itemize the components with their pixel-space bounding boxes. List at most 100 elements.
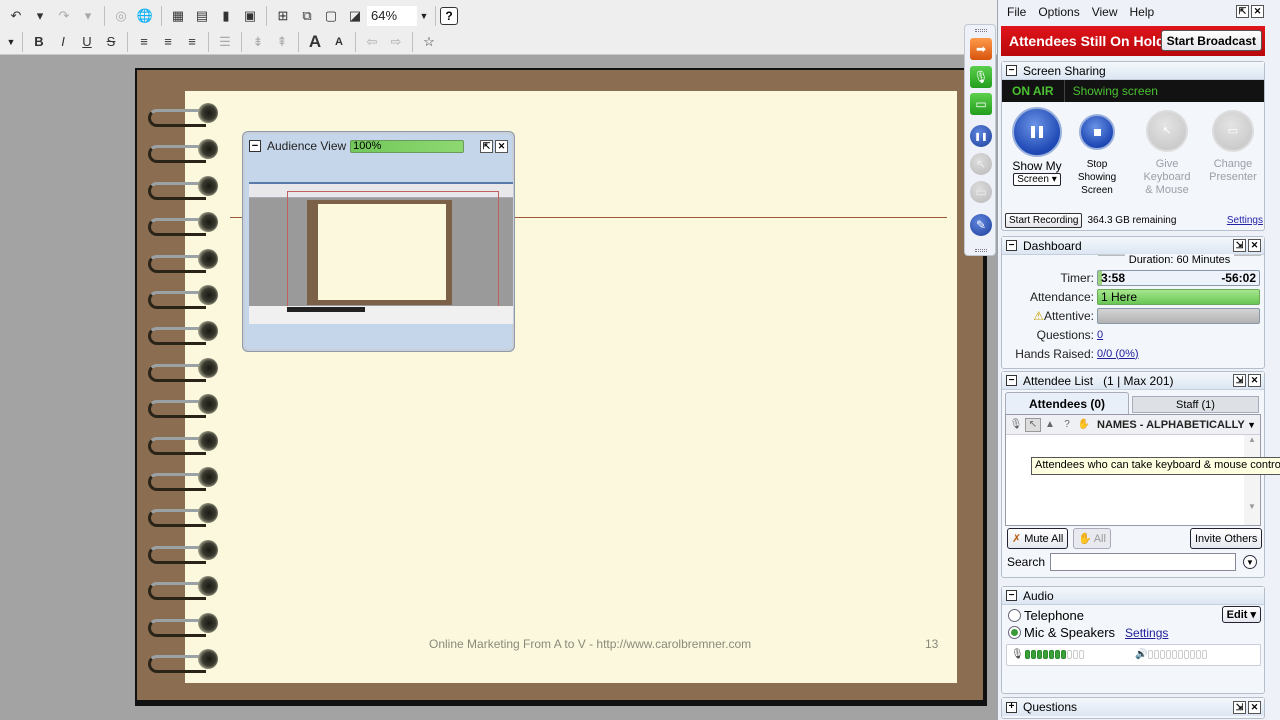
attendee-scrollbar[interactable]: ▲ ▼ — [1244, 435, 1260, 525]
close-icon[interactable]: ✕ — [1248, 700, 1261, 714]
close-icon[interactable]: ✕ — [1248, 374, 1261, 387]
align-right-icon[interactable]: ≡ — [181, 31, 203, 53]
popout-icon[interactable]: ⇱ — [480, 139, 493, 153]
color-fill-icon[interactable]: ◪ — [344, 5, 366, 27]
italic-icon[interactable]: I — [52, 31, 74, 53]
globe-icon[interactable]: 🌐 — [134, 5, 156, 27]
search-input[interactable] — [1050, 553, 1236, 571]
duplicate-slide-icon[interactable]: ⧉ — [296, 5, 318, 27]
insert-table-icon[interactable]: ▦ — [167, 5, 189, 27]
questions-count-link[interactable]: 0 — [1097, 329, 1103, 341]
redo-dropdown-icon[interactable]: ▾ — [77, 5, 99, 27]
strikethrough-icon[interactable]: S — [100, 31, 122, 53]
bold-icon[interactable]: B — [28, 31, 50, 53]
menu-help[interactable]: Help — [1130, 5, 1155, 19]
font-grow-icon[interactable]: A — [304, 31, 326, 53]
collapse-icon[interactable]: − — [1006, 590, 1017, 601]
indent-right-icon[interactable]: ⇨ — [385, 31, 407, 53]
pause-icon[interactable]: ❚❚ — [970, 125, 992, 147]
audio-settings-link[interactable]: Settings — [1125, 626, 1168, 640]
audio-edit-button[interactable]: Edit ▾ — [1221, 606, 1261, 623]
attention-column-icon[interactable]: ▲ — [1042, 418, 1058, 432]
menu-file[interactable]: File — [1007, 5, 1026, 19]
microphone-column-icon[interactable]: 🎙 — [1008, 418, 1024, 432]
question-column-icon[interactable]: ? — [1059, 418, 1075, 432]
scroll-down-icon[interactable]: ▼ — [1244, 502, 1260, 511]
font-shrink-icon[interactable]: A — [328, 31, 350, 53]
hand-raised-column-icon[interactable]: ✋ — [1076, 418, 1092, 432]
audience-view-header[interactable]: − Audience View 100% ⇱ ✕ — [249, 137, 508, 155]
keyboard-mouse-column-icon[interactable]: ↖ — [1025, 417, 1041, 432]
drawing-tools-icon[interactable]: ✎ — [970, 214, 992, 236]
audience-view-window[interactable]: − Audience View 100% ⇱ ✕ — [243, 132, 514, 351]
screen-share-icon[interactable]: ▭ — [970, 93, 992, 115]
expand-icon[interactable]: + — [1006, 701, 1017, 713]
questions-header[interactable]: + Questions ⇲ ✕ — [1002, 698, 1264, 716]
stop-showing-screen-button[interactable]: Stop Showing Screen — [1069, 114, 1125, 197]
zoom-select[interactable]: 64% — [367, 5, 417, 26]
popout-icon[interactable]: ⇱ — [1236, 5, 1249, 18]
dashboard-header[interactable]: − Dashboard ⇲ ✕ — [1002, 237, 1264, 255]
close-icon[interactable]: ✕ — [1251, 5, 1264, 18]
popout-icon[interactable]: ⇲ — [1233, 239, 1246, 252]
undo-icon[interactable]: ↶ — [5, 5, 27, 27]
pause-icon[interactable] — [1012, 107, 1062, 157]
background-icon[interactable]: ▢ — [320, 5, 342, 27]
popout-icon[interactable]: ⇲ — [1233, 700, 1246, 714]
collapse-icon[interactable]: − — [1006, 65, 1017, 76]
lower-all-hands-button[interactable]: ✋ All — [1073, 528, 1111, 549]
indent-left-icon[interactable]: ⇦ — [361, 31, 383, 53]
telephone-option[interactable]: Telephone — [1008, 608, 1084, 623]
telephone-radio[interactable] — [1008, 609, 1021, 622]
close-icon[interactable]: ✕ — [1248, 239, 1261, 252]
drag-grip-bottom[interactable] — [975, 249, 987, 252]
start-recording-button[interactable]: Start Recording — [1005, 212, 1083, 228]
line-spacing-increase-icon[interactable]: ⇞ — [271, 31, 293, 53]
effects-star-icon[interactable]: ☆ — [418, 31, 440, 53]
collapse-icon[interactable]: − — [1006, 240, 1017, 251]
change-presenter-icon[interactable]: ▭ — [970, 181, 992, 203]
menu-view[interactable]: View — [1092, 5, 1118, 19]
microphone-icon[interactable]: 🎙 — [970, 66, 992, 88]
edit-table-icon[interactable]: ▤ — [191, 5, 213, 27]
align-center-icon[interactable]: ≡ — [157, 31, 179, 53]
attendee-list-header[interactable]: − Attendee List (1 | Max 201) ⇲ ✕ — [1002, 372, 1264, 390]
recording-settings-link[interactable]: Settings — [1227, 215, 1263, 226]
bullet-list-icon[interactable]: ☰ — [214, 31, 236, 53]
close-icon[interactable]: ✕ — [495, 139, 508, 153]
zoom-dropdown-icon[interactable]: ▼ — [417, 11, 431, 21]
chart-icon[interactable]: ▮ — [215, 5, 237, 27]
new-slide-icon[interactable]: ⊞ — [272, 5, 294, 27]
mute-all-button[interactable]: ✗ Mute All — [1007, 528, 1069, 549]
keyboard-mouse-icon[interactable]: ↖ — [970, 153, 992, 175]
redo-icon[interactable]: ↷ — [53, 5, 75, 27]
line-spacing-decrease-icon[interactable]: ⇟ — [247, 31, 269, 53]
help-button[interactable]: ? — [440, 6, 458, 25]
hands-raised-link[interactable]: 0/0 (0%) — [1097, 348, 1139, 360]
audio-header[interactable]: − Audio — [1002, 587, 1264, 605]
chevron-down-icon[interactable]: ▼ — [1247, 420, 1256, 430]
popout-icon[interactable]: ⇲ — [1233, 374, 1246, 387]
give-keyboard-mouse-button[interactable]: ↖ Give Keyboard & Mouse — [1137, 110, 1197, 197]
change-presenter-button[interactable]: ▭ Change Presenter — [1202, 110, 1264, 184]
font-dropdown-icon[interactable]: ▼ — [4, 37, 18, 47]
invite-others-button[interactable]: Invite Others — [1190, 528, 1263, 549]
screen-dropdown[interactable]: Screen ▾ — [1013, 173, 1061, 186]
drag-grip-top[interactable] — [975, 29, 987, 32]
minimize-icon[interactable]: − — [249, 140, 261, 152]
tab-staff[interactable]: Staff (1) — [1132, 396, 1259, 413]
scroll-up-icon[interactable]: ▲ — [1244, 435, 1260, 444]
menu-options[interactable]: Options — [1038, 5, 1079, 19]
hide-panel-arrow-icon[interactable]: ➡ — [970, 38, 992, 60]
sort-selector[interactable]: NAMES - ALPHABETICALLY — [1097, 419, 1245, 431]
image-icon[interactable]: ▣ — [239, 5, 261, 27]
stop-icon[interactable] — [1079, 114, 1115, 150]
undo-dropdown-icon[interactable]: ▾ — [29, 5, 51, 27]
align-left-icon[interactable]: ≡ — [133, 31, 155, 53]
collapse-icon[interactable]: − — [1006, 375, 1017, 386]
web-link-icon[interactable]: ◎ — [110, 5, 132, 27]
show-my-screen-button[interactable]: Show My Screen ▾ — [1007, 107, 1067, 186]
mic-speakers-option[interactable]: Mic & Speakers Settings — [1008, 625, 1168, 640]
search-options-icon[interactable]: ▼ — [1243, 555, 1257, 569]
underline-icon[interactable]: U — [76, 31, 98, 53]
